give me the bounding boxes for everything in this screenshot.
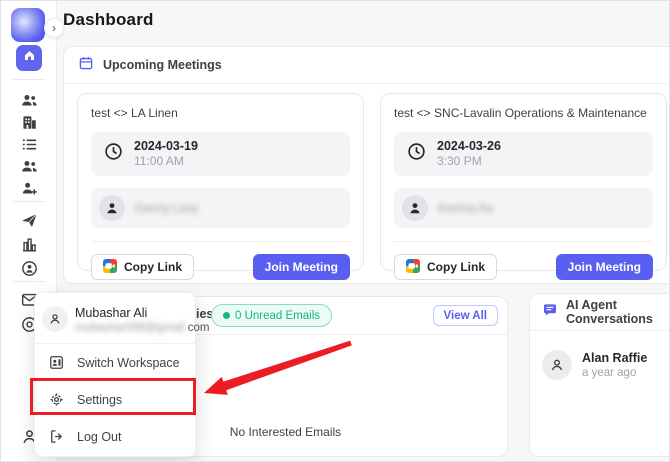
upcoming-meetings-panel: Upcoming Meetings test <> LA Linen 2024-… — [63, 46, 670, 284]
home-icon — [22, 48, 37, 68]
ai-conversations-header: AI Agent Conversations — [530, 294, 670, 331]
card-divider — [394, 241, 653, 242]
company-icon[interactable] — [20, 113, 39, 132]
meeting-card: test <> SNC-Lavalin Operations & Mainten… — [380, 93, 667, 271]
meeting-time-box: 2024-03-26 3:30 PM — [394, 132, 653, 176]
meeting-card: test <> LA Linen 2024-03-19 11:00 AM Dan… — [77, 93, 364, 271]
google-meet-icon — [103, 259, 117, 276]
logout-label: Log Out — [77, 430, 121, 444]
meeting-hour: 11:00 AM — [134, 154, 198, 169]
switch-workspace-icon — [48, 354, 65, 371]
join-meeting-button[interactable]: Join Meeting — [253, 254, 350, 280]
app-window: › Dashboard Upcoming Meetings test <> LA… — [0, 0, 670, 462]
copy-link-button[interactable]: Copy Link — [91, 254, 194, 280]
switch-workspace-label: Switch Workspace — [77, 356, 180, 370]
copy-link-label: Copy Link — [124, 260, 182, 274]
conversation-list-item[interactable]: Alan Raffie a year ago — [542, 350, 647, 380]
annotation-arrow — [196, 329, 356, 399]
add-user-icon[interactable] — [20, 179, 39, 198]
meeting-attendee-box: Danny Levy — [91, 188, 350, 228]
analytics-icon[interactable] — [20, 235, 39, 254]
copy-link-label: Copy Link — [427, 260, 485, 274]
attendee-avatar — [402, 195, 428, 221]
unread-emails-badge: 0 Unread Emails — [211, 304, 332, 327]
sidebar-divider — [13, 201, 45, 202]
user-avatar — [42, 306, 68, 332]
contacts-icon[interactable] — [20, 91, 39, 110]
user-menu-profile: Mubashar Ali mubashar599@gmail.com — [42, 306, 209, 336]
ai-conversations-panel: AI Agent Conversations Alan Raffie a yea… — [529, 293, 670, 457]
meeting-time-box: 2024-03-19 11:00 AM — [91, 132, 350, 176]
unread-emails-label: 0 Unread Emails — [235, 310, 320, 322]
meeting-date: 2024-03-26 — [437, 139, 501, 154]
annotation-highlight-box — [30, 378, 196, 415]
copy-link-button[interactable]: Copy Link — [394, 254, 497, 280]
upcoming-meetings-title: Upcoming Meetings — [103, 58, 222, 72]
sidebar-collapse-button[interactable]: › — [44, 18, 64, 38]
user-email-redacted: mubashar599@gmail. — [75, 322, 188, 334]
google-meet-icon — [406, 259, 420, 276]
attendee-name-redacted: Karima Au — [438, 201, 493, 215]
meeting-title: test <> LA Linen — [91, 106, 350, 124]
sidebar-divider — [13, 79, 45, 80]
page-title: Dashboard — [63, 10, 154, 30]
sidebar-divider — [13, 281, 45, 282]
ai-conversations-title: AI Agent Conversations — [566, 298, 668, 326]
team-icon[interactable] — [20, 157, 39, 176]
status-dot-icon — [223, 312, 230, 319]
view-all-button[interactable]: View All — [433, 305, 498, 326]
send-icon[interactable] — [20, 211, 39, 230]
upcoming-meetings-header: Upcoming Meetings — [64, 47, 670, 84]
meeting-title: test <> SNC-Lavalin Operations & Mainten… — [394, 106, 653, 124]
join-meeting-button[interactable]: Join Meeting — [556, 254, 653, 280]
meeting-attendee-box: Karima Au — [394, 188, 653, 228]
conversation-timestamp: a year ago — [582, 366, 647, 380]
card-divider — [91, 241, 350, 242]
meeting-date: 2024-03-19 — [134, 139, 198, 154]
logout-icon — [48, 428, 65, 445]
list-icon[interactable] — [20, 135, 39, 154]
menu-item-switch-workspace[interactable]: Switch Workspace — [35, 344, 195, 381]
user-name: Mubashar Ali — [75, 306, 209, 321]
support-icon[interactable] — [20, 259, 39, 278]
app-logo — [11, 8, 45, 42]
clock-icon — [103, 141, 124, 167]
meeting-hour: 3:30 PM — [437, 154, 501, 169]
attendee-avatar — [99, 195, 125, 221]
conversation-avatar — [542, 350, 572, 380]
attendee-name-redacted: Danny Levy — [135, 201, 198, 215]
user-menu: Mubashar Ali mubashar599@gmail.com Switc… — [34, 292, 196, 457]
sidebar-item-dashboard[interactable] — [16, 45, 42, 71]
chat-icon — [542, 302, 558, 323]
menu-item-logout[interactable]: Log Out — [35, 418, 195, 455]
clock-icon — [406, 141, 427, 167]
conversation-name: Alan Raffie — [582, 350, 647, 366]
calendar-icon — [78, 55, 94, 76]
user-email: mubashar599@gmail.com — [75, 321, 209, 336]
